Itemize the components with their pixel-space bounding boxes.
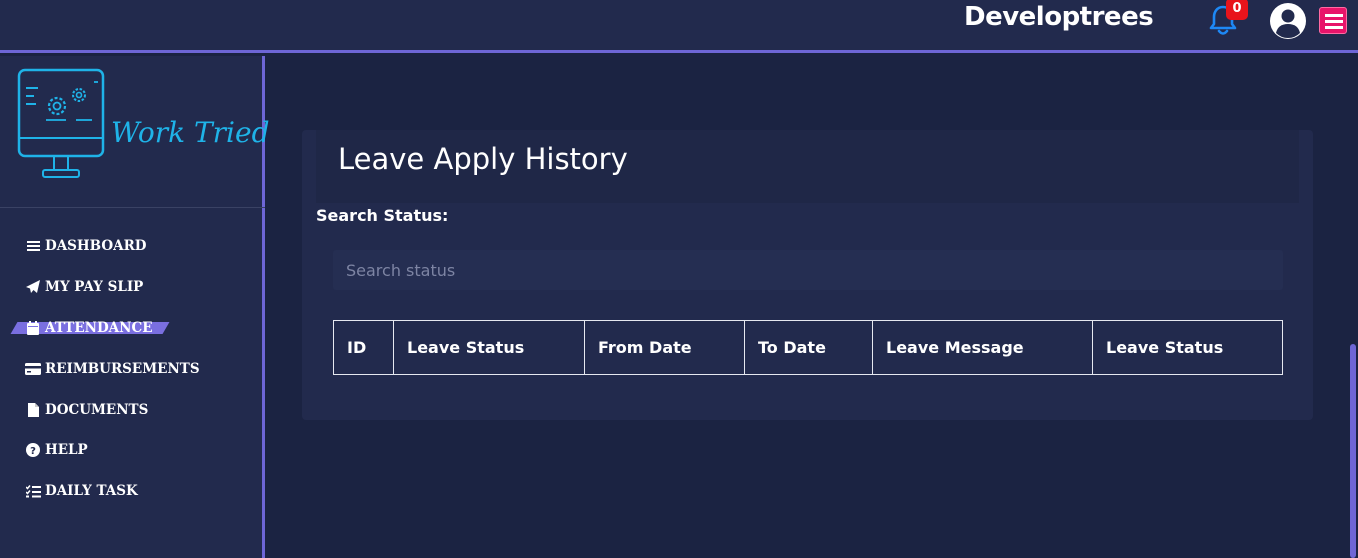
sidebar-item-help[interactable]: ? HELP [0,430,265,471]
column-header-id[interactable]: ID [333,320,394,375]
sidebar-item-attendance[interactable]: ATTENDANCE [0,308,265,349]
sidebar-item-documents[interactable]: DOCUMENTS [0,389,265,430]
sidebar-item-label: DOCUMENTS [45,401,149,418]
logo[interactable]: Work Tried [16,68,270,198]
scrollbar-thumb[interactable] [1350,344,1356,558]
top-navbar: Developtrees 0 [0,0,1358,53]
question-circle-icon: ? [25,443,41,458]
sidebar-item-label: REIMBURSEMENTS [45,360,200,377]
sidebar-item-label: HELP [45,442,88,459]
paper-plane-icon [25,280,41,294]
sidebar: Work Tried DASHBOARD MY PAY SLIP ATTENDA… [0,56,270,558]
sidebar-item-my-pay-slip[interactable]: MY PAY SLIP [0,267,265,308]
sidebar-item-daily-task[interactable]: DAILY TASK [0,471,265,512]
sidebar-item-reimbursements[interactable]: REIMBURSEMENTS [0,348,265,389]
sidebar-item-label: ATTENDANCE [45,319,153,336]
calendar-icon [25,320,41,335]
card-header: Leave Apply History [316,130,1299,203]
sidebar-item-label: DAILY TASK [45,483,138,500]
table-header-row: ID Leave Status From Date To Date Leave … [333,320,1283,375]
logo-text: Work Tried [111,116,270,149]
search-status-label: Search Status: [316,206,449,225]
column-header-leave-message[interactable]: Leave Message [872,320,1093,375]
sidebar-item-label: MY PAY SLIP [45,279,144,296]
user-circle-icon[interactable] [1269,2,1307,40]
leave-history-table: ID Leave Status From Date To Date Leave … [333,320,1283,375]
task-list-icon [25,484,41,498]
hamburger-icon [1325,26,1343,29]
hamburger-icon [1325,20,1343,23]
column-header-to-date[interactable]: To Date [744,320,873,375]
svg-text:?: ? [30,446,36,457]
credit-card-icon [25,362,41,376]
notification-count-badge: 0 [1226,0,1248,20]
hamburger-icon [1325,14,1343,17]
sidebar-item-label: DASHBOARD [45,238,147,255]
monitor-gear-logo-icon [17,68,105,178]
file-icon [25,402,41,417]
main-scrollbar[interactable] [1348,56,1358,558]
sidebar-nav: DASHBOARD MY PAY SLIP ATTENDANCE REIMBUR… [0,226,265,512]
leave-history-card: Leave Apply History Search Status: ID Le… [302,130,1313,420]
list-icon [25,239,41,253]
sidebar-item-dashboard[interactable]: DASHBOARD [0,226,265,267]
column-header-from-date[interactable]: From Date [584,320,745,375]
brand-name: Developtrees [964,2,1154,32]
column-header-leave-status[interactable]: Leave Status [393,320,585,375]
column-header-leave-status-2[interactable]: Leave Status [1092,320,1283,375]
sidebar-divider [0,207,265,208]
hamburger-menu-button[interactable] [1319,7,1347,34]
page-title: Leave Apply History [338,142,628,176]
search-status-input[interactable] [333,250,1283,290]
